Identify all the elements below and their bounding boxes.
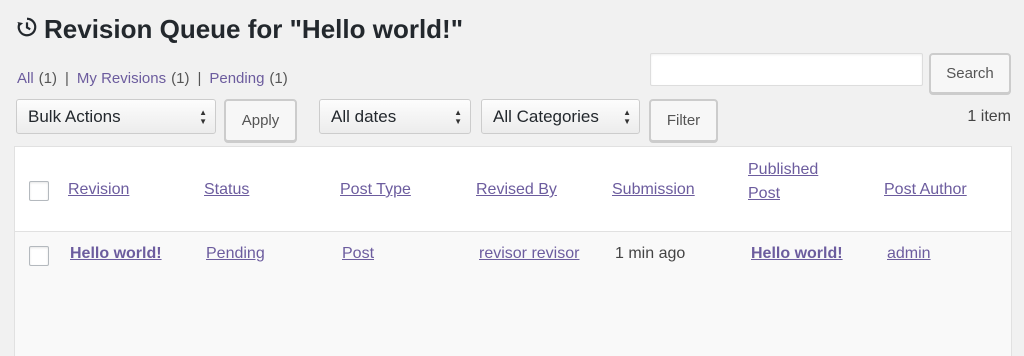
- status-link[interactable]: Pending: [206, 245, 265, 263]
- separator: |: [197, 70, 202, 87]
- view-filters: All (1) | My Revisions (1) | Pending (1): [17, 70, 288, 87]
- column-submission[interactable]: Submission: [612, 181, 695, 199]
- revision-title-link[interactable]: Hello world!: [70, 245, 162, 263]
- column-post-type[interactable]: Post Type: [340, 181, 411, 199]
- view-pending-count: (1): [269, 70, 288, 87]
- view-pending-link[interactable]: Pending: [209, 70, 264, 87]
- column-status[interactable]: Status: [204, 181, 249, 199]
- select-arrows-icon: ▲ ▼: [623, 108, 631, 126]
- column-published-post[interactable]: Published Post: [748, 158, 818, 206]
- view-all-link[interactable]: All: [17, 70, 34, 87]
- post-type-link[interactable]: Post: [342, 245, 374, 263]
- dates-value: All dates: [331, 106, 397, 126]
- filter-button[interactable]: Filter: [649, 99, 718, 142]
- column-published-post-line1: Published: [748, 161, 819, 178]
- column-post-author[interactable]: Post Author: [884, 181, 967, 199]
- view-all-count: (1): [38, 70, 58, 87]
- column-published-post-line2: Post: [748, 185, 781, 202]
- row-checkbox[interactable]: [29, 246, 49, 266]
- view-my-revisions-link[interactable]: My Revisions: [77, 70, 166, 87]
- column-revision[interactable]: Revision: [68, 181, 129, 199]
- bulk-actions-value: Bulk Actions: [28, 106, 121, 126]
- submission-time: 1 min ago: [615, 245, 686, 262]
- dates-select[interactable]: All dates ▲ ▼: [319, 99, 471, 134]
- search-button[interactable]: Search: [929, 53, 1011, 94]
- revisions-table: Revision Status Post Type Revised By Sub…: [14, 146, 1012, 356]
- view-my-revisions-count: (1): [171, 70, 190, 87]
- table-header: Revision Status Post Type Revised By Sub…: [15, 147, 1011, 232]
- items-count: 1 item: [967, 108, 1011, 125]
- post-author-link[interactable]: admin: [887, 245, 931, 263]
- page-title-text: Revision Queue for "Hello world!": [44, 14, 464, 44]
- search-input[interactable]: [650, 53, 923, 86]
- history-icon: [16, 14, 44, 45]
- apply-button[interactable]: Apply: [224, 99, 297, 142]
- categories-value: All Categories: [493, 106, 599, 126]
- published-post-link[interactable]: Hello world!: [751, 245, 843, 263]
- column-revised-by[interactable]: Revised By: [476, 181, 557, 199]
- select-all-checkbox[interactable]: [29, 181, 49, 201]
- bulk-actions-select[interactable]: Bulk Actions ▲ ▼: [16, 99, 216, 134]
- separator: |: [65, 70, 69, 87]
- categories-select[interactable]: All Categories ▲ ▼: [481, 99, 640, 134]
- select-arrows-icon: ▲ ▼: [199, 108, 207, 126]
- page-title: Revision Queue for "Hello world!": [16, 14, 463, 45]
- revised-by-link[interactable]: revisor revisor: [479, 245, 579, 263]
- select-arrows-icon: ▲ ▼: [454, 108, 462, 126]
